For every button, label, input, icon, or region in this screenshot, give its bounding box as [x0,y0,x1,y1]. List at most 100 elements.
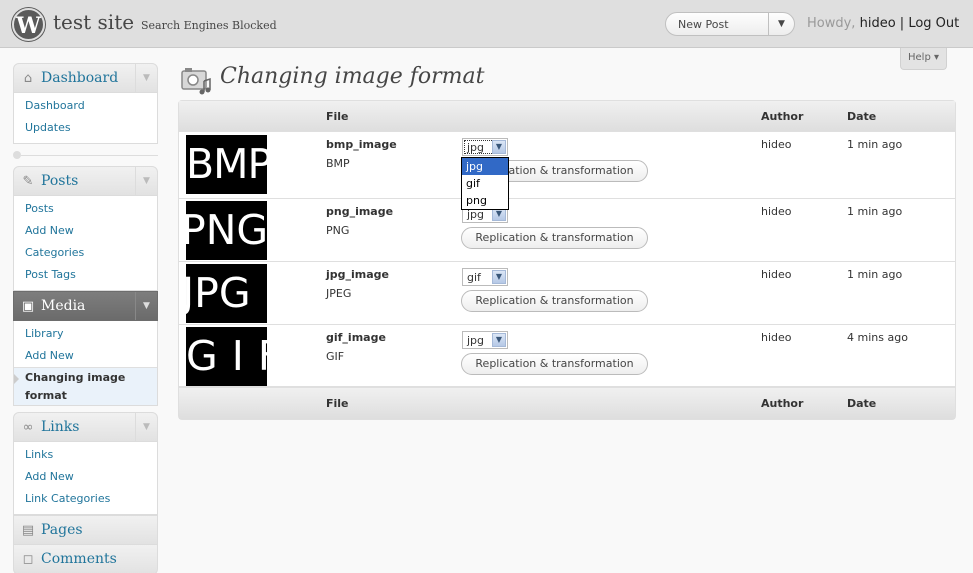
wordpress-logo-icon: W [12,8,45,41]
table-row: JPG jpg_image JPEG gif ▼ Replication & t… [179,262,955,325]
file-name-link[interactable]: png_image [326,205,393,218]
file-type: BMP [326,157,350,170]
menu-links-label[interactable]: Links [41,419,79,435]
menu-media-label[interactable]: Media [41,298,85,314]
format-dropdown-list[interactable]: jpg gif png [461,157,509,210]
user-separator: | [899,16,905,31]
chevron-down-icon[interactable]: ▼ [492,140,506,154]
image-thumbnail[interactable]: BMP [186,135,267,194]
submenu-item-posts[interactable]: Posts [14,198,157,220]
menu-comments[interactable]: ◻ Comments [13,545,158,573]
format-select[interactable]: gif ▼ [462,268,508,286]
admin-menu: ⌂ Dashboard ▼ Dashboard Updates ✎ Posts … [13,63,158,573]
user-info: Howdy, hideo | Log Out [807,16,959,31]
column-header-author: Author [761,110,804,123]
menu-posts-label[interactable]: Posts [41,173,78,189]
column-header-date: Date [847,110,877,123]
format-select[interactable]: jpg ▼ [462,138,508,156]
format-select-value: jpg [467,334,485,347]
menu-dashboard-label[interactable]: Dashboard [41,70,118,86]
file-type: GIF [326,350,345,363]
author-name: hideo [761,331,792,344]
image-thumbnail[interactable]: GIF [186,327,267,386]
column-footer-file: File [326,397,349,410]
submenu-item-add-new-post[interactable]: Add New [14,220,157,242]
replication-transformation-button[interactable]: Replication & transformation [461,353,648,375]
table-row: BMP bmp_image BMP jpg ▼ Replication & tr… [179,132,955,199]
howdy-text: Howdy, [807,16,856,31]
table-header: File Author Date [179,101,955,132]
house-icon: ⌂ [23,71,33,86]
submenu-media: Library Add New Changing image format [13,321,158,406]
menu-comments-label[interactable]: Comments [41,551,117,567]
new-post-button[interactable]: New Post [678,18,729,31]
replication-transformation-button[interactable]: Replication & transformation [461,290,648,312]
author-name: hideo [761,138,792,151]
privacy-notice[interactable]: Search Engines Blocked [141,19,277,32]
submenu-links: Links Add New Link Categories [13,442,158,515]
submenu-dashboard: Dashboard Updates [13,93,158,144]
chevron-down-icon[interactable]: ▼ [135,413,157,441]
menu-separator[interactable] [13,144,158,166]
submenu-item-link-categories[interactable]: Link Categories [14,488,157,510]
favorite-actions[interactable]: New Post ▼ [665,12,795,36]
table-row: PNG png_image PNG jpg ▼ Replication & tr… [179,199,955,262]
menu-pages[interactable]: ▤ Pages [13,515,158,545]
submenu-item-dashboard[interactable]: Dashboard [14,95,157,117]
date-value: 1 min ago [847,138,903,151]
chevron-down-icon[interactable]: ▼ [492,270,506,284]
menu-posts[interactable]: ✎ Posts ▼ [13,166,158,196]
chevron-down-icon[interactable]: ▼ [768,13,794,35]
chevron-down-icon[interactable]: ▼ [135,167,157,195]
file-type: JPEG [326,287,352,300]
date-value: 4 mins ago [847,331,908,344]
file-name-link[interactable]: bmp_image [326,138,397,151]
chain-icon: ∞ [22,420,34,435]
date-value: 1 min ago [847,268,903,281]
file-type: PNG [326,224,350,237]
submenu-item-changing-image-format[interactable]: Changing image format [14,367,157,405]
username-link[interactable]: hideo [860,16,896,31]
submenu-item-add-new-link[interactable]: Add New [14,466,157,488]
submenu-posts: Posts Add New Categories Post Tags [13,196,158,291]
help-button[interactable]: Help ▾ [900,48,947,70]
menu-media[interactable]: ▣ Media ▼ [13,291,158,321]
chevron-down-icon[interactable]: ▼ [492,333,506,347]
date-value: 1 min ago [847,205,903,218]
site-title[interactable]: test site [53,10,134,34]
submenu-item-library[interactable]: Library [14,323,157,345]
submenu-item-add-new-media[interactable]: Add New [14,345,157,367]
submenu-item-post-tags[interactable]: Post Tags [14,264,157,286]
file-name-link[interactable]: jpg_image [326,268,389,281]
menu-pages-label[interactable]: Pages [41,522,83,538]
table-row: GIF gif_image GIF jpg ▼ Replication & tr… [179,325,955,387]
pin-icon: ✎ [22,174,34,189]
speech-bubble-icon: ◻ [22,552,34,567]
table-footer: File Author Date [179,387,955,419]
submenu-item-categories[interactable]: Categories [14,242,157,264]
column-header-file: File [326,110,349,123]
chevron-down-icon[interactable]: ▼ [135,64,157,92]
column-footer-author: Author [761,397,804,410]
submenu-item-updates[interactable]: Updates [14,117,157,139]
page-title: Changing image format [220,64,485,89]
format-select-value: jpg [467,141,485,154]
menu-dashboard[interactable]: ⌂ Dashboard ▼ [13,63,158,93]
logout-link[interactable]: Log Out [908,16,959,31]
collapse-icon[interactable] [13,151,21,159]
dropdown-option-jpg[interactable]: jpg [462,158,508,175]
dropdown-option-gif[interactable]: gif [462,175,508,192]
author-name: hideo [761,268,792,281]
replication-transformation-button[interactable]: Replication & transformation [461,227,648,249]
submenu-item-links[interactable]: Links [14,444,157,466]
image-thumbnail[interactable]: PNG [186,201,267,260]
menu-links[interactable]: ∞ Links ▼ [13,412,158,442]
chevron-down-icon[interactable]: ▼ [135,292,157,320]
file-name-link[interactable]: gif_image [326,331,386,344]
format-select-value: gif [467,271,481,284]
dropdown-option-png[interactable]: png [462,192,508,209]
separator-line [21,155,158,156]
column-footer-date: Date [847,397,877,410]
format-select[interactable]: jpg ▼ [462,331,508,349]
image-thumbnail[interactable]: JPG [186,264,267,323]
